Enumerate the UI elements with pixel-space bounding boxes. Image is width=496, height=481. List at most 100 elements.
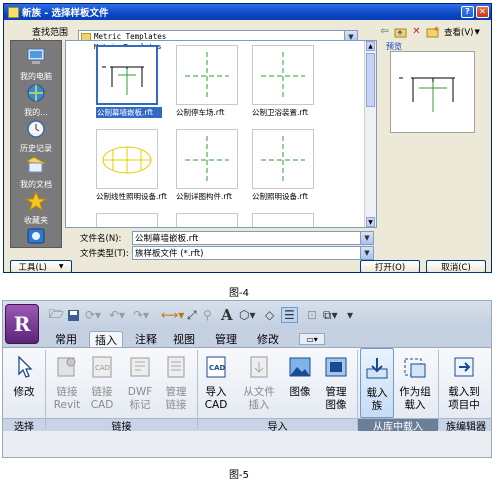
file-list[interactable]: Metric Templates 公制幕墙嵌板.rft 公制停车场.rft xyxy=(65,40,377,228)
views-menu-button[interactable]: 查看(V) ▼ xyxy=(444,26,480,38)
tab-manage[interactable]: 管理 xyxy=(211,331,241,347)
tab-insert[interactable]: 插入 xyxy=(89,331,123,347)
tool-label: 载入到 项目中 xyxy=(448,386,480,411)
folder-icon xyxy=(8,6,19,18)
manage-links-button[interactable]: 管理 链接 xyxy=(159,348,193,418)
file-name: 公制卫浴装置.rft xyxy=(252,108,308,117)
link-revit-button[interactable]: 链接 Revit xyxy=(49,348,85,418)
place-my-documents[interactable]: 我的文档 xyxy=(11,155,61,190)
back-icon[interactable]: ⇦ xyxy=(378,25,391,38)
sync-icon[interactable]: ⟳▾ xyxy=(85,307,101,323)
tool-label: 链接 Revit xyxy=(53,386,81,411)
3d-view-icon[interactable]: ⬡▾ xyxy=(239,307,256,323)
align-dimension-icon[interactable]: ⤢ xyxy=(187,307,197,323)
place-network[interactable]: 我的... xyxy=(11,83,61,118)
tool-label: 图像 xyxy=(289,386,311,398)
file-item[interactable]: 公制线性照明设备.rft xyxy=(96,129,167,202)
computer-icon xyxy=(27,48,45,64)
file-thumbnail xyxy=(176,213,238,227)
place-desktop[interactable] xyxy=(11,227,61,251)
preview-pane xyxy=(390,51,475,133)
documents-icon xyxy=(25,156,47,173)
scroll-up-icon[interactable]: ▲ xyxy=(366,41,375,51)
load-into-project-button[interactable]: 载入到 项目中 xyxy=(441,348,487,418)
file-type-select[interactable]: 族样板文件 (*.rft) ▼ xyxy=(132,246,374,260)
ribbon-bottom-strip xyxy=(3,431,491,457)
load-into-project-icon xyxy=(454,357,474,377)
link-cad-button[interactable]: CAD 链接 CAD xyxy=(85,348,119,418)
thin-lines-icon[interactable]: ☰ xyxy=(281,307,298,323)
file-item[interactable]: 公制停车场.rft xyxy=(176,45,242,118)
place-my-computer[interactable]: 我的电脑 xyxy=(11,47,61,82)
import-cad-button[interactable]: CAD 导入 CAD xyxy=(199,348,233,418)
manage-images-button[interactable]: 管理 图像 xyxy=(319,348,353,418)
ribbon-minimize-toggle[interactable]: ▭▾ xyxy=(299,333,325,345)
ribbon-tabs: 常用 插入 注释 视图 管理 修改 ▭▾ xyxy=(3,329,491,347)
file-item[interactable]: 公制照明设备.rft xyxy=(252,129,318,202)
tool-label: 链接 CAD xyxy=(90,386,114,411)
template-preview-icon xyxy=(399,77,455,112)
open-folder-icon[interactable]: 🗁 xyxy=(49,307,64,323)
revit-ribbon: 🗁 ⟳▾ ↶▾ ↷▾ ⟷▾ ⤢ ⚲ A ⬡▾ ◇ ☰ ⊡ ⧉▾ ▾ R 常用 插… xyxy=(2,300,492,458)
group-label-select: 选择 xyxy=(3,418,45,433)
file-name: 公制照明设备.rft xyxy=(252,192,308,201)
file-name: 公制线性照明设备.rft xyxy=(96,192,167,201)
load-family-icon xyxy=(366,358,388,379)
undo-icon[interactable]: ↶▾ xyxy=(109,307,125,323)
measure-icon[interactable]: ⟷▾ xyxy=(161,307,184,323)
chevron-down-icon: ▼ xyxy=(58,263,64,270)
load-family-button[interactable]: 载入 族 xyxy=(360,348,394,418)
tab-modify[interactable]: 修改 xyxy=(253,331,283,347)
insert-from-file-button[interactable]: 从文件 插入 xyxy=(237,348,281,418)
file-item[interactable]: 公制幕墙嵌板.rft xyxy=(96,45,162,118)
tool-label: 从文件 插入 xyxy=(243,386,275,411)
switch-windows-icon[interactable]: ⧉▾ xyxy=(323,307,338,323)
tab-home[interactable]: 常用 xyxy=(51,331,81,347)
tools-label: 工具(L) xyxy=(18,262,47,273)
application-menu-button[interactable]: R xyxy=(5,304,39,344)
modify-button[interactable]: 修改 xyxy=(7,348,41,418)
file-thumbnail xyxy=(96,45,158,105)
close-button[interactable]: ✕ xyxy=(476,6,489,18)
place-history[interactable]: 历史记录 xyxy=(11,119,61,154)
new-folder-icon[interactable]: ✱ xyxy=(426,25,439,38)
file-name-input[interactable]: 公制幕墙嵌板.rft ▼ xyxy=(132,231,374,245)
tab-view[interactable]: 视图 xyxy=(169,331,199,347)
redo-icon[interactable]: ↷▾ xyxy=(133,307,149,323)
close-hidden-icon[interactable]: ⊡ xyxy=(307,307,317,323)
customize-qat-icon[interactable]: ▾ xyxy=(347,307,353,323)
revit-logo: R xyxy=(13,312,31,336)
text-icon[interactable]: A xyxy=(221,306,233,324)
delete-icon[interactable]: ✕ xyxy=(410,25,423,38)
dwf-markup-button[interactable]: DWF 标记 xyxy=(123,348,157,418)
up-folder-icon[interactable] xyxy=(394,25,407,38)
tool-label: 导入 CAD xyxy=(204,386,228,411)
tag-icon[interactable]: ⚲ xyxy=(203,307,212,323)
help-button[interactable]: ? xyxy=(461,6,474,18)
section-icon[interactable]: ◇ xyxy=(265,307,274,323)
star-icon xyxy=(24,190,48,212)
file-item[interactable]: 公制详图构件.rft xyxy=(176,129,242,202)
manage-images-icon xyxy=(325,357,347,377)
link-cad-icon: CAD xyxy=(92,356,112,378)
svg-text:CAD: CAD xyxy=(95,364,110,372)
cursor-icon xyxy=(18,355,33,378)
chevron-down-icon[interactable]: ▼ xyxy=(360,232,373,244)
cancel-button[interactable]: 取消(C) xyxy=(426,260,486,273)
save-icon[interactable] xyxy=(67,307,80,323)
dialog-title: 新族 - 选择样板文件 xyxy=(22,8,109,19)
template-preview-icon xyxy=(261,52,305,100)
file-item[interactable]: 公制卫浴装置.rft xyxy=(252,45,318,118)
file-list-scrollbar[interactable]: ▲ ▼ xyxy=(364,41,376,227)
tool-label: 修改 xyxy=(13,386,35,398)
scroll-down-icon[interactable]: ▼ xyxy=(366,217,375,227)
place-favorites[interactable]: 收藏夹 xyxy=(11,190,61,226)
open-button[interactable]: 打开(O) xyxy=(360,260,420,273)
load-as-group-button[interactable]: 作为组 载入 xyxy=(396,348,434,418)
tools-button[interactable]: 工具(L) ▼ xyxy=(10,260,72,273)
scroll-thumb[interactable] xyxy=(366,53,375,107)
open-label: 打开(O) xyxy=(374,262,406,273)
chevron-down-icon[interactable]: ▼ xyxy=(360,247,373,259)
tab-annotate[interactable]: 注释 xyxy=(131,331,161,347)
image-button[interactable]: 图像 xyxy=(285,348,315,418)
